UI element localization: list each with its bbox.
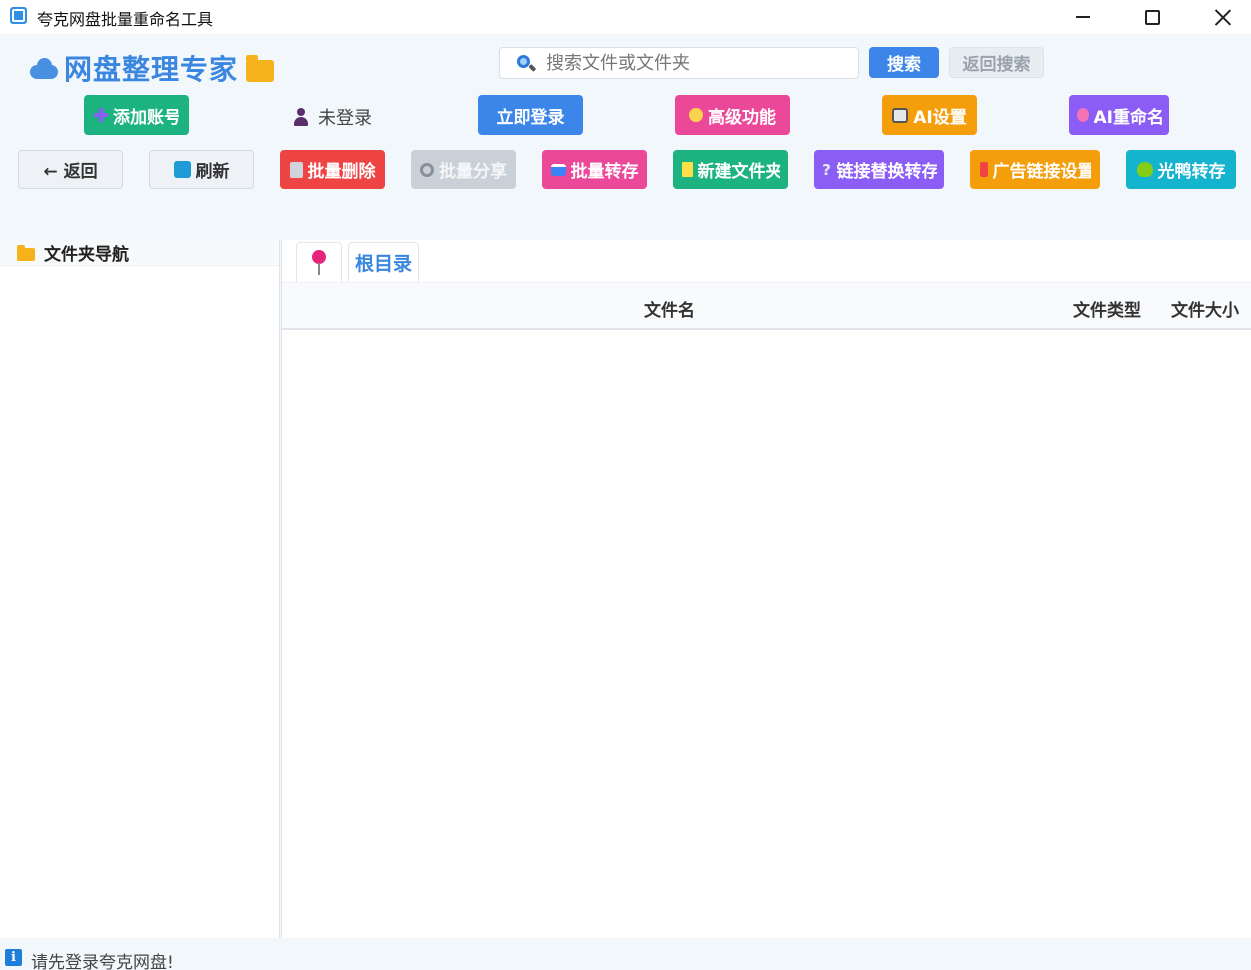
plus-icon — [94, 108, 108, 122]
login-status: 未登录 — [294, 104, 372, 130]
link-replace-button[interactable]: ? 链接替换转存 — [814, 150, 944, 189]
file-table-header: 文件名 文件类型 文件大小 — [282, 282, 1251, 330]
minimize-button[interactable] — [1051, 0, 1115, 34]
trash-icon — [289, 161, 303, 178]
close-button[interactable] — [1190, 0, 1251, 34]
back-button[interactable]: ← 返回 — [18, 150, 123, 189]
app-icon — [10, 7, 27, 24]
advanced-features-button[interactable]: 高级功能 — [675, 95, 790, 135]
minimize-icon — [1076, 16, 1090, 18]
breadcrumb-root[interactable]: 根目录 — [348, 242, 420, 282]
batch-share-button[interactable]: 批量分享 — [411, 150, 516, 189]
link-icon — [420, 162, 434, 177]
cloud-icon — [28, 55, 60, 81]
refresh-icon — [173, 161, 191, 178]
column-file-name[interactable]: 文件名 — [644, 296, 695, 321]
search-box[interactable] — [499, 47, 859, 79]
ad-link-settings-button[interactable]: 广告链接设置 — [970, 150, 1100, 189]
close-icon — [1214, 9, 1231, 26]
brand-title: 网盘整理专家 — [64, 53, 239, 86]
search-icon — [516, 54, 537, 74]
login-button[interactable]: 立即登录 — [478, 95, 583, 135]
duck-transfer-button[interactable]: 光鸭转存 — [1126, 150, 1236, 189]
pin-icon — [312, 249, 326, 276]
refresh-button[interactable]: 刷新 — [149, 150, 254, 189]
title-bar: 夸克网盘批量重命名工具 — [0, 0, 1251, 34]
folder-navigation-panel: 文件夹导航 — [0, 240, 280, 938]
new-folder-button[interactable]: 新建文件夹 — [673, 150, 788, 189]
back-search-button[interactable]: 返回搜索 — [949, 47, 1044, 78]
ai-rename-button[interactable]: AI重命名 — [1069, 95, 1169, 135]
column-file-type[interactable]: 文件类型 — [1073, 296, 1141, 321]
brand: 网盘整理专家 — [28, 48, 275, 88]
search-button[interactable]: 搜索 — [869, 47, 939, 78]
breadcrumb: 根目录 — [282, 240, 1251, 282]
window-title: 夸克网盘批量重命名工具 — [37, 10, 214, 29]
status-bar: i 请先登录夸克网盘! — [0, 945, 1251, 970]
maximize-icon — [1144, 9, 1160, 25]
folder-icon — [17, 244, 35, 261]
breadcrumb-pin[interactable] — [296, 242, 342, 282]
question-icon: ? — [822, 160, 831, 179]
folder-navigation-header: 文件夹导航 — [0, 240, 279, 266]
status-message: 请先登录夸克网盘! — [31, 953, 174, 970]
file-list-panel: 根目录 文件名 文件类型 文件大小 — [281, 240, 1251, 938]
robot-icon — [892, 107, 909, 123]
maximize-button[interactable] — [1120, 0, 1184, 34]
folder-icon — [246, 55, 275, 82]
add-account-button[interactable]: 添加账号 — [84, 95, 189, 135]
ai-settings-button[interactable]: AI设置 — [882, 95, 977, 135]
folder-navigation-title: 文件夹导航 — [44, 245, 129, 265]
brain-icon — [1076, 108, 1089, 122]
sparkle-icon — [689, 108, 703, 122]
batch-transfer-button[interactable]: 批量转存 — [542, 150, 647, 189]
user-icon — [294, 108, 308, 126]
info-icon: i — [5, 949, 22, 966]
column-file-size[interactable]: 文件大小 — [1171, 296, 1239, 321]
duck-icon — [1136, 162, 1153, 177]
batch-delete-button[interactable]: 批量删除 — [280, 150, 385, 189]
search-input[interactable] — [546, 51, 846, 75]
login-status-text: 未登录 — [318, 108, 372, 129]
note-icon — [681, 162, 693, 177]
book-icon — [550, 163, 566, 176]
ad-icon — [979, 162, 988, 177]
